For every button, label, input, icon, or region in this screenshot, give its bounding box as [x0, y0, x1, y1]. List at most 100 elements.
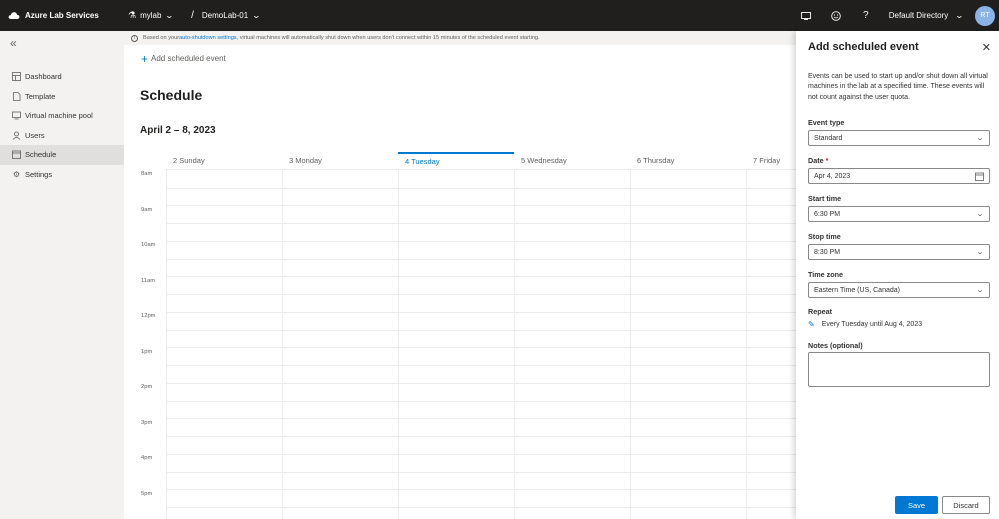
hour-line [166, 400, 796, 402]
notes-label: Notes (optional) [808, 341, 863, 350]
hour-line [166, 453, 796, 455]
calendar-icon[interactable] [975, 172, 984, 183]
hour-label: 3pm [141, 419, 153, 426]
page-title: Schedule [140, 87, 203, 103]
hour-label: 4pm [141, 455, 153, 461]
start-time-value: 6:30 PM [814, 210, 841, 218]
chevron-down-icon: ⌄ [975, 211, 985, 218]
hour-line [166, 365, 796, 366]
panel-description: Events can be used to start up and/or sh… [808, 73, 988, 101]
date-picker[interactable]: Apr 4, 2023 [808, 168, 990, 184]
app-name: Azure Lab Services [25, 11, 99, 20]
edit-pencil-icon[interactable]: ✎ [808, 320, 815, 329]
notes-textarea[interactable] [808, 352, 990, 387]
hour-line [166, 471, 796, 473]
discard-button[interactable]: Discard [942, 496, 990, 514]
close-icon[interactable]: ✕ [982, 41, 991, 54]
hour-line [166, 240, 796, 242]
day-header[interactable]: 7 Friday [746, 152, 796, 170]
avatar[interactable]: RT [975, 5, 995, 26]
auto-shutdown-link[interactable]: auto-shutdown settings [179, 35, 237, 41]
chevron-down-icon: ⌄ [954, 11, 965, 20]
breadcrumb-separator: / [191, 10, 194, 21]
lab-link[interactable]: DemoLab-01 [202, 11, 248, 20]
stop-time-dropdown[interactable]: 8:30 PM ⌄ [808, 244, 990, 260]
sidebar-item-label: Virtual machine pool [25, 111, 93, 121]
day-header[interactable]: 5 Wednesday [514, 152, 630, 170]
info-prefix: Based on your [143, 35, 180, 41]
calendar-grid: 2 Sunday 3 Monday 4 Tuesday 5 Wednesday … [140, 152, 796, 519]
event-type-value: Standard [814, 134, 843, 142]
hour-line [166, 276, 796, 277]
start-time-dropdown[interactable]: 6:30 PM ⌄ [808, 206, 990, 222]
hour-label: 12pm [141, 313, 156, 319]
chevron-down-icon[interactable]: ⌄ [252, 11, 261, 20]
day-header-today[interactable]: 4 Tuesday [398, 152, 514, 170]
time-zone-value: Eastern Time (US, Canada) [814, 286, 900, 294]
hour-label: 2pm [141, 384, 153, 390]
smiley-icon[interactable] [821, 0, 851, 31]
hour-label: 10am [141, 242, 156, 248]
hour-line [166, 187, 796, 189]
panel-title: Add scheduled event [808, 41, 919, 53]
sidebar-item-users[interactable]: Users [0, 126, 124, 146]
chevron-down-icon: ⌄ [975, 135, 985, 142]
hour-line [166, 258, 796, 260]
day-header[interactable]: 2 Sunday [166, 152, 282, 170]
event-type-dropdown[interactable]: Standard ⌄ [808, 130, 990, 146]
date-label-text: Date [808, 156, 824, 165]
time-zone-dropdown[interactable]: Eastern Time (US, Canada) ⌄ [808, 282, 990, 298]
info-bar: i Based on your auto-shutdown settings ,… [124, 31, 799, 45]
repeat-setting[interactable]: ✎ Every Tuesday until Aug 4, 2023 [808, 320, 922, 329]
week-range: April 2 – 8, 2023 [140, 125, 216, 136]
stop-time-value: 8:30 PM [814, 248, 841, 256]
hour-line [166, 329, 796, 331]
hour-line [166, 382, 796, 384]
event-type-label: Event type [808, 118, 845, 127]
info-icon: i [131, 34, 138, 42]
sidebar-nav: Dashboard Template Virtual machine pool … [0, 67, 124, 184]
app-brand[interactable]: Azure Lab Services [0, 11, 128, 20]
sidebar-item-settings[interactable]: ⚙ Settings [0, 165, 124, 185]
chevron-down-icon[interactable]: ⌄ [165, 11, 174, 20]
chevron-down-icon: ⌄ [975, 249, 985, 256]
hour-line [166, 436, 796, 437]
start-time-label: Start time [808, 194, 842, 203]
collapse-nav-icon[interactable]: « [10, 36, 17, 50]
hour-label: 11am [141, 277, 156, 284]
required-marker: * [825, 156, 829, 165]
hour-label: 1pm [141, 348, 153, 355]
users-icon [12, 131, 21, 140]
sidebar-item-dashboard[interactable]: Dashboard [0, 67, 124, 87]
feedback-screen-icon[interactable] [791, 0, 821, 31]
lab-plan-link[interactable]: mylab [140, 11, 161, 20]
top-bar: Azure Lab Services ⚗ mylab ⌄ / DemoLab-0… [0, 0, 999, 31]
template-icon [12, 91, 21, 101]
hour-line [166, 311, 796, 313]
sidebar-item-schedule[interactable]: Schedule [0, 145, 124, 165]
save-button[interactable]: Save [895, 496, 938, 514]
day-header[interactable]: 3 Monday [282, 152, 398, 170]
sidebar-item-template[interactable]: Template [0, 87, 124, 107]
date-label: Date * [808, 156, 828, 165]
add-scheduled-event-button[interactable]: + Add scheduled event [141, 53, 226, 65]
repeat-label: Repeat [808, 307, 832, 316]
chevron-down-icon: ⌄ [975, 287, 985, 294]
sidebar-item-label: Dashboard [25, 72, 62, 82]
hour-line [166, 347, 796, 348]
azure-cloud-icon [8, 12, 20, 19]
directory-switcher[interactable]: Default Directory ⌄ [889, 11, 965, 20]
date-value: Apr 4, 2023 [814, 172, 851, 180]
hour-line [166, 489, 796, 490]
repeat-value: Every Tuesday until Aug 4, 2023 [821, 321, 923, 328]
sidebar-item-vm-pool[interactable]: Virtual machine pool [0, 106, 124, 126]
help-icon[interactable]: ? [851, 0, 881, 31]
day-header[interactable]: 6 Thursday [630, 152, 746, 170]
time-zone-label: Time zone [808, 270, 844, 279]
calendar-icon [12, 150, 21, 160]
sidebar: « Dashboard Template Virtual machine poo… [0, 31, 124, 519]
sidebar-item-label: Settings [25, 169, 53, 179]
info-suffix: , virtual machines will automatically sh… [236, 35, 540, 41]
top-right-actions: ? Default Directory ⌄ RT [791, 0, 999, 31]
hour-label: 8am [141, 171, 153, 177]
